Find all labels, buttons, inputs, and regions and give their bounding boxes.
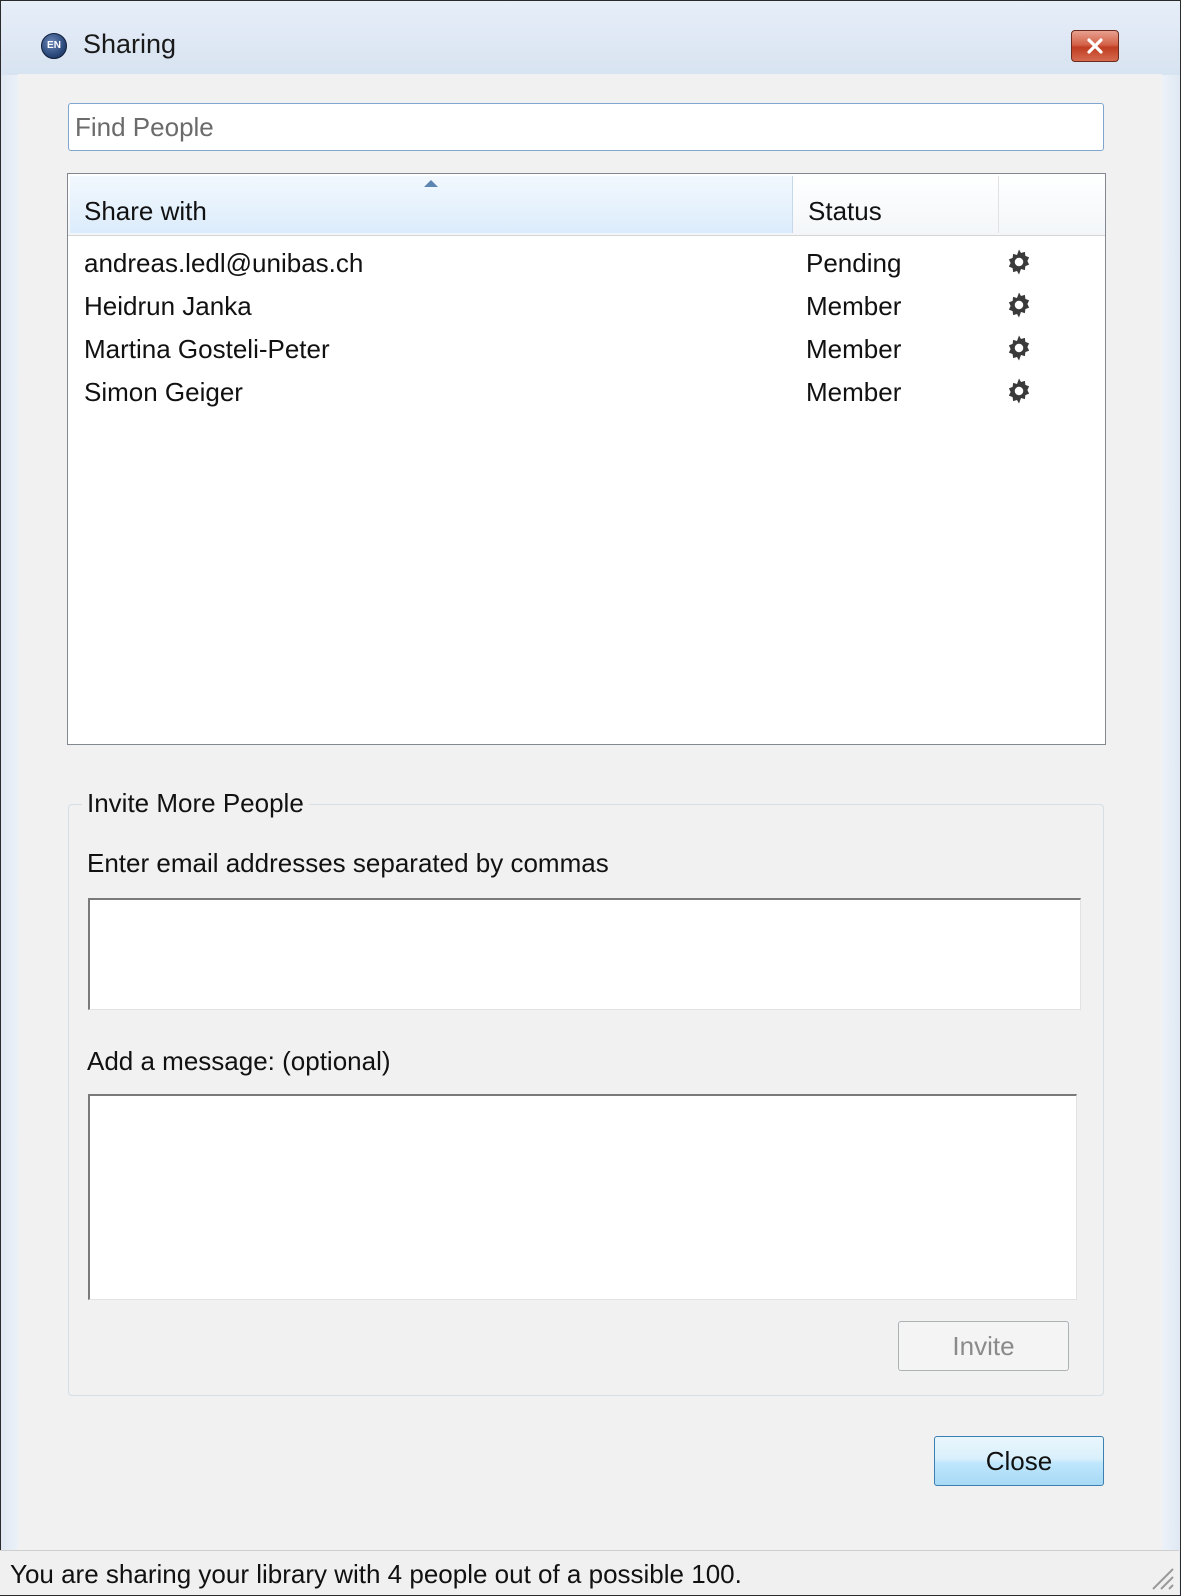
- gear-icon[interactable]: [1004, 333, 1034, 363]
- list-header: Share with Status: [68, 174, 1105, 236]
- app-logo-icon: EN: [41, 33, 67, 59]
- gear-icon[interactable]: [1004, 290, 1034, 320]
- share-with-cell: Heidrun Janka: [84, 291, 252, 321]
- status-cell: Member: [806, 291, 902, 321]
- title-bar[interactable]: EN Sharing: [1, 1, 1180, 75]
- column-header-share-with[interactable]: Share with: [70, 176, 793, 233]
- sharing-status-text: You are sharing your library with 4 peop…: [10, 1559, 742, 1589]
- table-row[interactable]: andreas.ledl@unibas.ch Pending: [68, 241, 1105, 283]
- column-header-label: Status: [808, 196, 882, 226]
- message-field[interactable]: [88, 1094, 1077, 1300]
- status-bar: You are sharing your library with 4 peop…: [0, 1550, 1179, 1595]
- table-row[interactable]: Simon Geiger Member: [68, 370, 1105, 412]
- invite-button[interactable]: Invite: [898, 1321, 1069, 1371]
- close-button[interactable]: Close: [934, 1436, 1104, 1486]
- share-with-cell: Simon Geiger: [84, 377, 243, 407]
- column-header-actions[interactable]: [1000, 176, 1103, 233]
- share-with-cell: Martina Gosteli-Peter: [84, 334, 330, 364]
- invite-group-title: Invite More People: [82, 788, 309, 819]
- resize-grip-icon[interactable]: [1145, 1561, 1175, 1591]
- status-cell: Member: [806, 334, 902, 364]
- table-row[interactable]: Heidrun Janka Member: [68, 284, 1105, 326]
- find-people-input[interactable]: [68, 103, 1104, 151]
- table-row[interactable]: Martina Gosteli-Peter Member: [68, 327, 1105, 369]
- gear-icon[interactable]: [1004, 376, 1034, 406]
- emails-label: Enter email addresses separated by comma…: [87, 848, 609, 878]
- status-cell: Pending: [806, 248, 902, 278]
- close-icon: [1087, 38, 1103, 54]
- column-header-status[interactable]: Status: [794, 176, 999, 233]
- column-header-label: Share with: [84, 196, 207, 226]
- gear-icon[interactable]: [1004, 247, 1034, 277]
- window-close-button[interactable]: [1071, 30, 1119, 62]
- share-with-cell: andreas.ledl@unibas.ch: [84, 248, 364, 278]
- status-cell: Member: [806, 377, 902, 407]
- sort-ascending-icon: [424, 180, 438, 187]
- emails-field[interactable]: [88, 898, 1081, 1010]
- message-label: Add a message: (optional): [87, 1046, 391, 1076]
- window-title: Sharing: [83, 29, 177, 59]
- share-list[interactable]: Share with Status andreas.ledl@unibas.ch…: [67, 173, 1106, 745]
